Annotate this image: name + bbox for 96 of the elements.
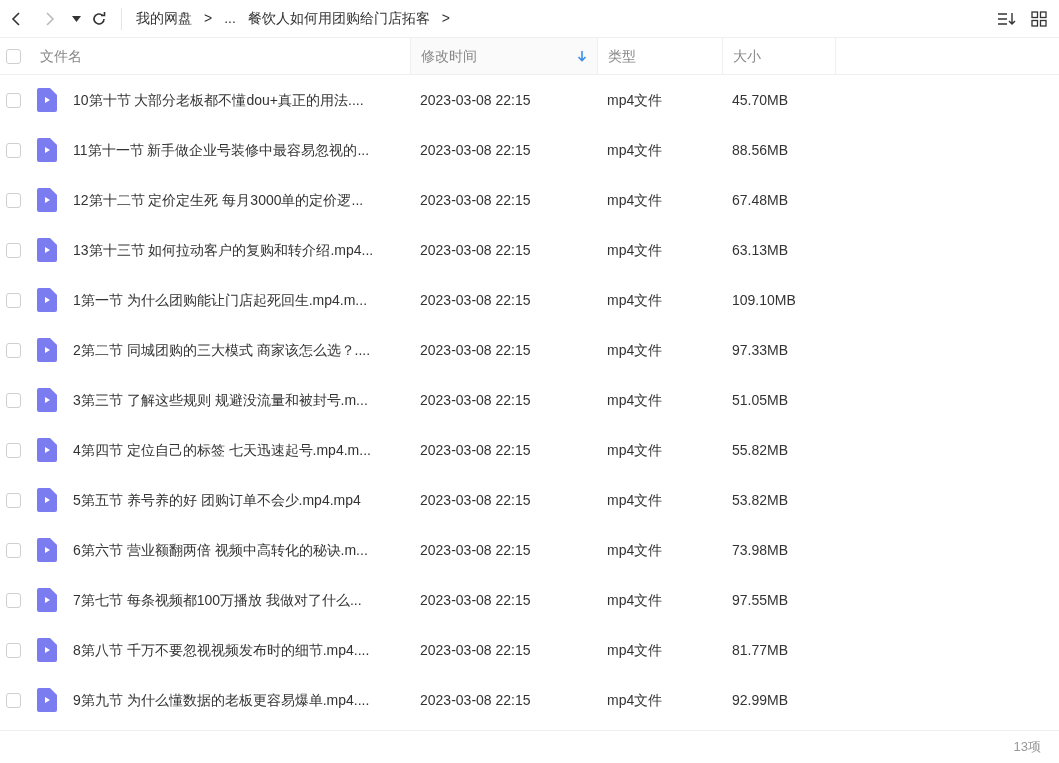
file-size: 97.33MB [731,340,790,360]
modified-time: 2023-03-08 22:15 [419,440,532,460]
file-type: mp4文件 [606,440,664,460]
file-size: 55.82MB [731,440,790,460]
file-type: mp4文件 [606,240,664,260]
file-name[interactable]: 11第十一节 新手做企业号装修中最容易忽视的... [73,139,370,161]
video-file-icon [37,688,57,712]
checkbox[interactable] [6,192,21,208]
file-name[interactable]: 7第七节 每条视频都100万播放 我做对了什么... [73,589,362,611]
breadcrumb-item[interactable]: > [204,8,213,29]
checkbox[interactable] [6,692,21,708]
column-header[interactable]: 类型 [597,38,722,74]
modified-time: 2023-03-08 22:15 [419,290,532,310]
file-name[interactable]: 3第三节 了解这些规则 规避没流量和被封号.m... [73,389,368,411]
file-type: mp4文件 [606,390,664,410]
breadcrumb-item[interactable]: > [441,8,451,29]
file-name[interactable]: 10第十节 大部分老板都不懂dou+真正的用法.... [73,89,364,111]
video-file-icon [37,338,57,362]
file-size: 73.98MB [731,540,790,560]
video-file-icon [37,438,57,462]
video-file-icon [37,188,57,212]
video-file-icon [37,588,57,612]
video-file-icon [37,88,57,112]
modified-time: 2023-03-08 22:15 [419,90,532,110]
modified-time: 2023-03-08 22:15 [419,640,532,660]
modified-time: 2023-03-08 22:15 [419,490,532,510]
file-size: 53.82MB [731,490,790,510]
file-name[interactable]: 2第二节 同城团购的三大模式 商家该怎么选？.... [73,339,371,361]
file-type: mp4文件 [606,340,664,360]
back-icon[interactable] [10,10,22,27]
file-type: mp4文件 [606,640,664,660]
checkbox[interactable] [6,142,21,158]
video-file-icon [37,138,57,162]
dropdown-caret-icon[interactable] [72,15,81,22]
sort-down-icon [577,50,587,62]
modified-time: 2023-03-08 22:15 [419,240,532,260]
checkbox[interactable] [6,292,21,308]
modified-time: 2023-03-08 22:15 [419,540,532,560]
column-header[interactable]: 修改时间 [410,38,597,74]
checkbox[interactable] [6,542,21,558]
file-name[interactable]: 8第八节 千万不要忽视视频发布时的细节.mp4.... [73,639,370,661]
modified-time: 2023-03-08 22:15 [419,190,532,210]
file-size: 97.55MB [731,590,790,610]
breadcrumb-item[interactable]: 餐饮人如何用团购给门店拓客 [247,8,430,29]
file-name[interactable]: 9第九节 为什么懂数据的老板更容易爆单.mp4.... [73,689,370,711]
modified-time: 2023-03-08 22:15 [419,590,532,610]
file-name[interactable]: 5第五节 养号养的好 团购订单不会少.mp4.mp4 [73,489,361,511]
modified-time: 2023-03-08 22:15 [419,340,532,360]
refresh-icon[interactable] [91,10,107,27]
file-type: mp4文件 [606,90,664,110]
item-count: 13项 [1013,738,1041,757]
file-name[interactable]: 13第十三节 如何拉动客户的复购和转介绍.mp4... [73,239,374,261]
file-name[interactable]: 1第一节 为什么团购能让门店起死回生.mp4.m... [73,289,368,311]
file-name[interactable]: 12第十二节 定价定生死 每月3000单的定价逻... [73,189,364,211]
file-size: 88.56MB [731,140,790,160]
column-header[interactable]: 大小 [722,38,835,74]
video-file-icon [37,538,57,562]
video-file-icon [37,488,57,512]
file-size: 45.70MB [731,90,790,110]
file-type: mp4文件 [606,690,664,710]
sort-list-icon[interactable] [997,10,1017,27]
checkbox[interactable] [6,242,21,258]
video-file-icon [37,638,57,662]
file-type: mp4文件 [606,490,664,510]
file-type: mp4文件 [606,540,664,560]
file-size: 109.10MB [731,290,797,310]
modified-time: 2023-03-08 22:15 [419,390,532,410]
file-size: 81.77MB [731,640,790,660]
checkbox[interactable] [6,642,21,658]
file-size: 63.13MB [731,240,790,260]
video-file-icon [37,238,57,262]
breadcrumb-item[interactable]: ... [224,8,236,29]
file-name[interactable]: 4第四节 定位自己的标签 七天迅速起号.mp4.m... [73,439,371,461]
file-size: 51.05MB [731,390,790,410]
checkbox[interactable] [6,442,21,458]
checkbox[interactable] [6,492,21,508]
checkbox[interactable] [6,342,21,358]
file-type: mp4文件 [606,290,664,310]
file-name[interactable]: 6第六节 营业额翻两倍 视频中高转化的秘诀.m... [73,539,368,561]
grid-view-icon[interactable] [1031,10,1047,27]
checkbox[interactable] [6,392,21,408]
modified-time: 2023-03-08 22:15 [419,690,532,710]
file-type: mp4文件 [606,140,664,160]
breadcrumb-item[interactable]: 我的网盘 [136,8,192,29]
checkbox[interactable] [6,592,21,608]
file-type: mp4文件 [606,190,664,210]
file-size: 92.99MB [731,690,790,710]
column-header[interactable]: 文件名 [30,38,410,74]
modified-time: 2023-03-08 22:15 [419,140,532,160]
checkbox[interactable] [6,48,21,64]
video-file-icon [37,288,57,312]
forward-icon[interactable] [44,10,56,27]
video-file-icon [37,388,57,412]
checkbox[interactable] [6,92,21,108]
file-type: mp4文件 [606,590,664,610]
file-size: 67.48MB [731,190,790,210]
